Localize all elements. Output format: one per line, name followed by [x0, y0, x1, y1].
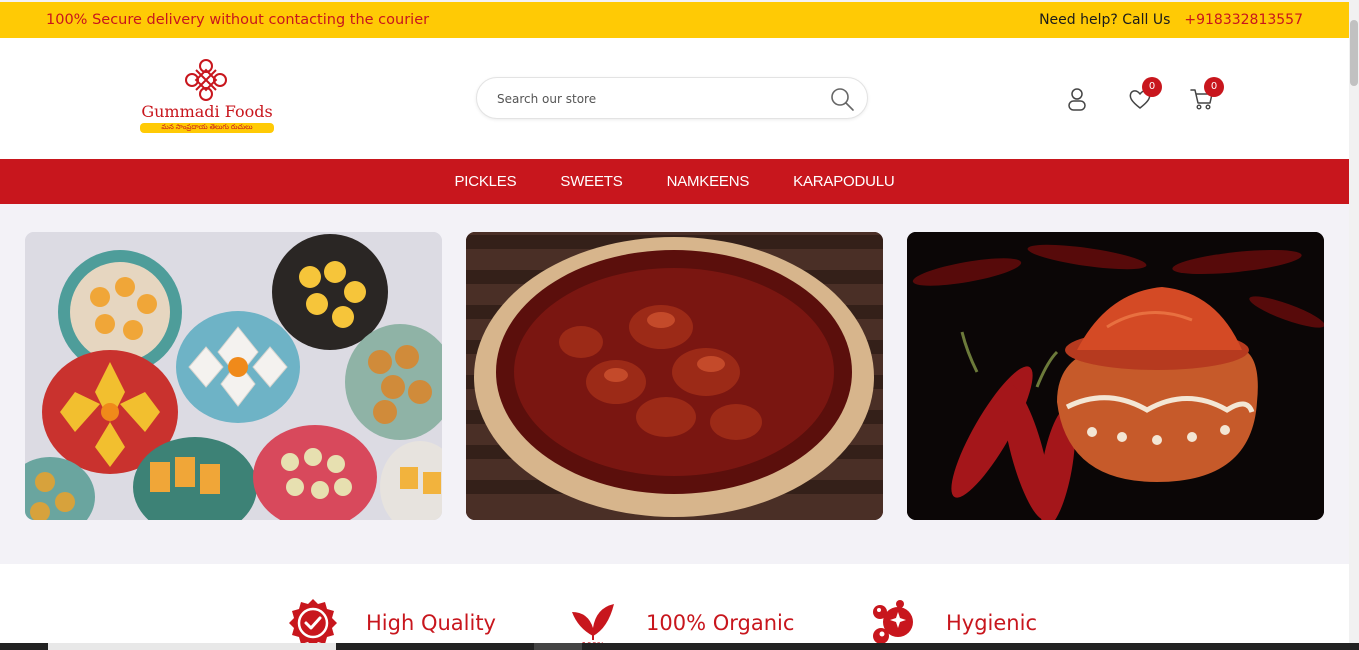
brand-tagline: మన సాంప్రదాయ తెలుగు రుచులు: [140, 123, 274, 133]
kolam-knot-icon: [185, 59, 227, 101]
page-scrollbar[interactable]: [1349, 0, 1359, 650]
taskbar-window[interactable]: [48, 643, 336, 650]
page: 100% Secure delivery without contacting …: [0, 0, 1359, 650]
wishlist-button[interactable]: 0: [1127, 77, 1162, 116]
cart-button[interactable]: 0: [1189, 77, 1224, 116]
quality-badge-icon: [289, 599, 337, 647]
nav-item-karapodulu[interactable]: KARAPODULU: [771, 173, 916, 190]
brand-name: Gummadi Foods: [141, 102, 273, 121]
main-nav: PICKLES SWEETS NAMKEENS KARAPODULU: [0, 159, 1349, 204]
delivery-message: 100% Secure delivery without contacting …: [46, 12, 430, 28]
search-input[interactable]: [497, 88, 817, 110]
header-actions: 0 0: [1062, 77, 1232, 116]
help-contact: Need help? Call Us +918332813557: [1039, 12, 1303, 28]
feature-label: Hygienic: [946, 611, 1037, 635]
announcement-bar: 100% Secure delivery without contacting …: [0, 2, 1349, 38]
os-taskbar: [0, 643, 1359, 650]
feature-high-quality: High Quality: [288, 598, 496, 648]
scrollbar-thumb[interactable]: [1350, 20, 1358, 86]
nav-item-sweets[interactable]: SWEETS: [538, 173, 644, 190]
wishlist-count-badge: 0: [1142, 77, 1162, 97]
pickle-bowl-illustration: [466, 232, 883, 520]
pickle-banner-image[interactable]: [466, 232, 883, 520]
account-button[interactable]: [1064, 86, 1094, 116]
feature-organic: 100% 100% Organic: [568, 598, 794, 648]
nav-item-pickles[interactable]: PICKLES: [432, 173, 538, 190]
phone-link[interactable]: +918332813557: [1184, 12, 1303, 28]
chilli-powder-pot-illustration: [907, 232, 1324, 520]
site-header: Gummadi Foods మన సాంప్రదాయ తెలుగు రుచులు: [0, 38, 1349, 159]
feature-label: 100% Organic: [646, 611, 795, 635]
help-label: Need help? Call Us: [1039, 12, 1171, 28]
sweets-platter-illustration: [25, 232, 442, 520]
feature-hygienic: Hygienic: [868, 598, 1037, 648]
sweets-banner-image[interactable]: [25, 232, 442, 520]
cart-count-badge: 0: [1204, 77, 1224, 97]
search-bar: [476, 77, 868, 119]
nav-item-namkeens[interactable]: NAMKEENS: [645, 173, 772, 190]
hygienic-bubbles-icon: [873, 600, 913, 644]
organic-leaf-icon: 100%: [572, 604, 614, 648]
features-strip: High Quality 100% 100% Organic Hygienic: [0, 564, 1349, 650]
search-icon[interactable]: [829, 86, 855, 112]
site-logo[interactable]: Gummadi Foods మన సాంప్రదాయ తెలుగు రుచులు: [136, 58, 278, 138]
chilli-powder-banner-image[interactable]: [907, 232, 1324, 520]
feature-label: High Quality: [366, 611, 496, 635]
user-icon: [1068, 88, 1086, 111]
taskbar-app[interactable]: [534, 643, 582, 650]
